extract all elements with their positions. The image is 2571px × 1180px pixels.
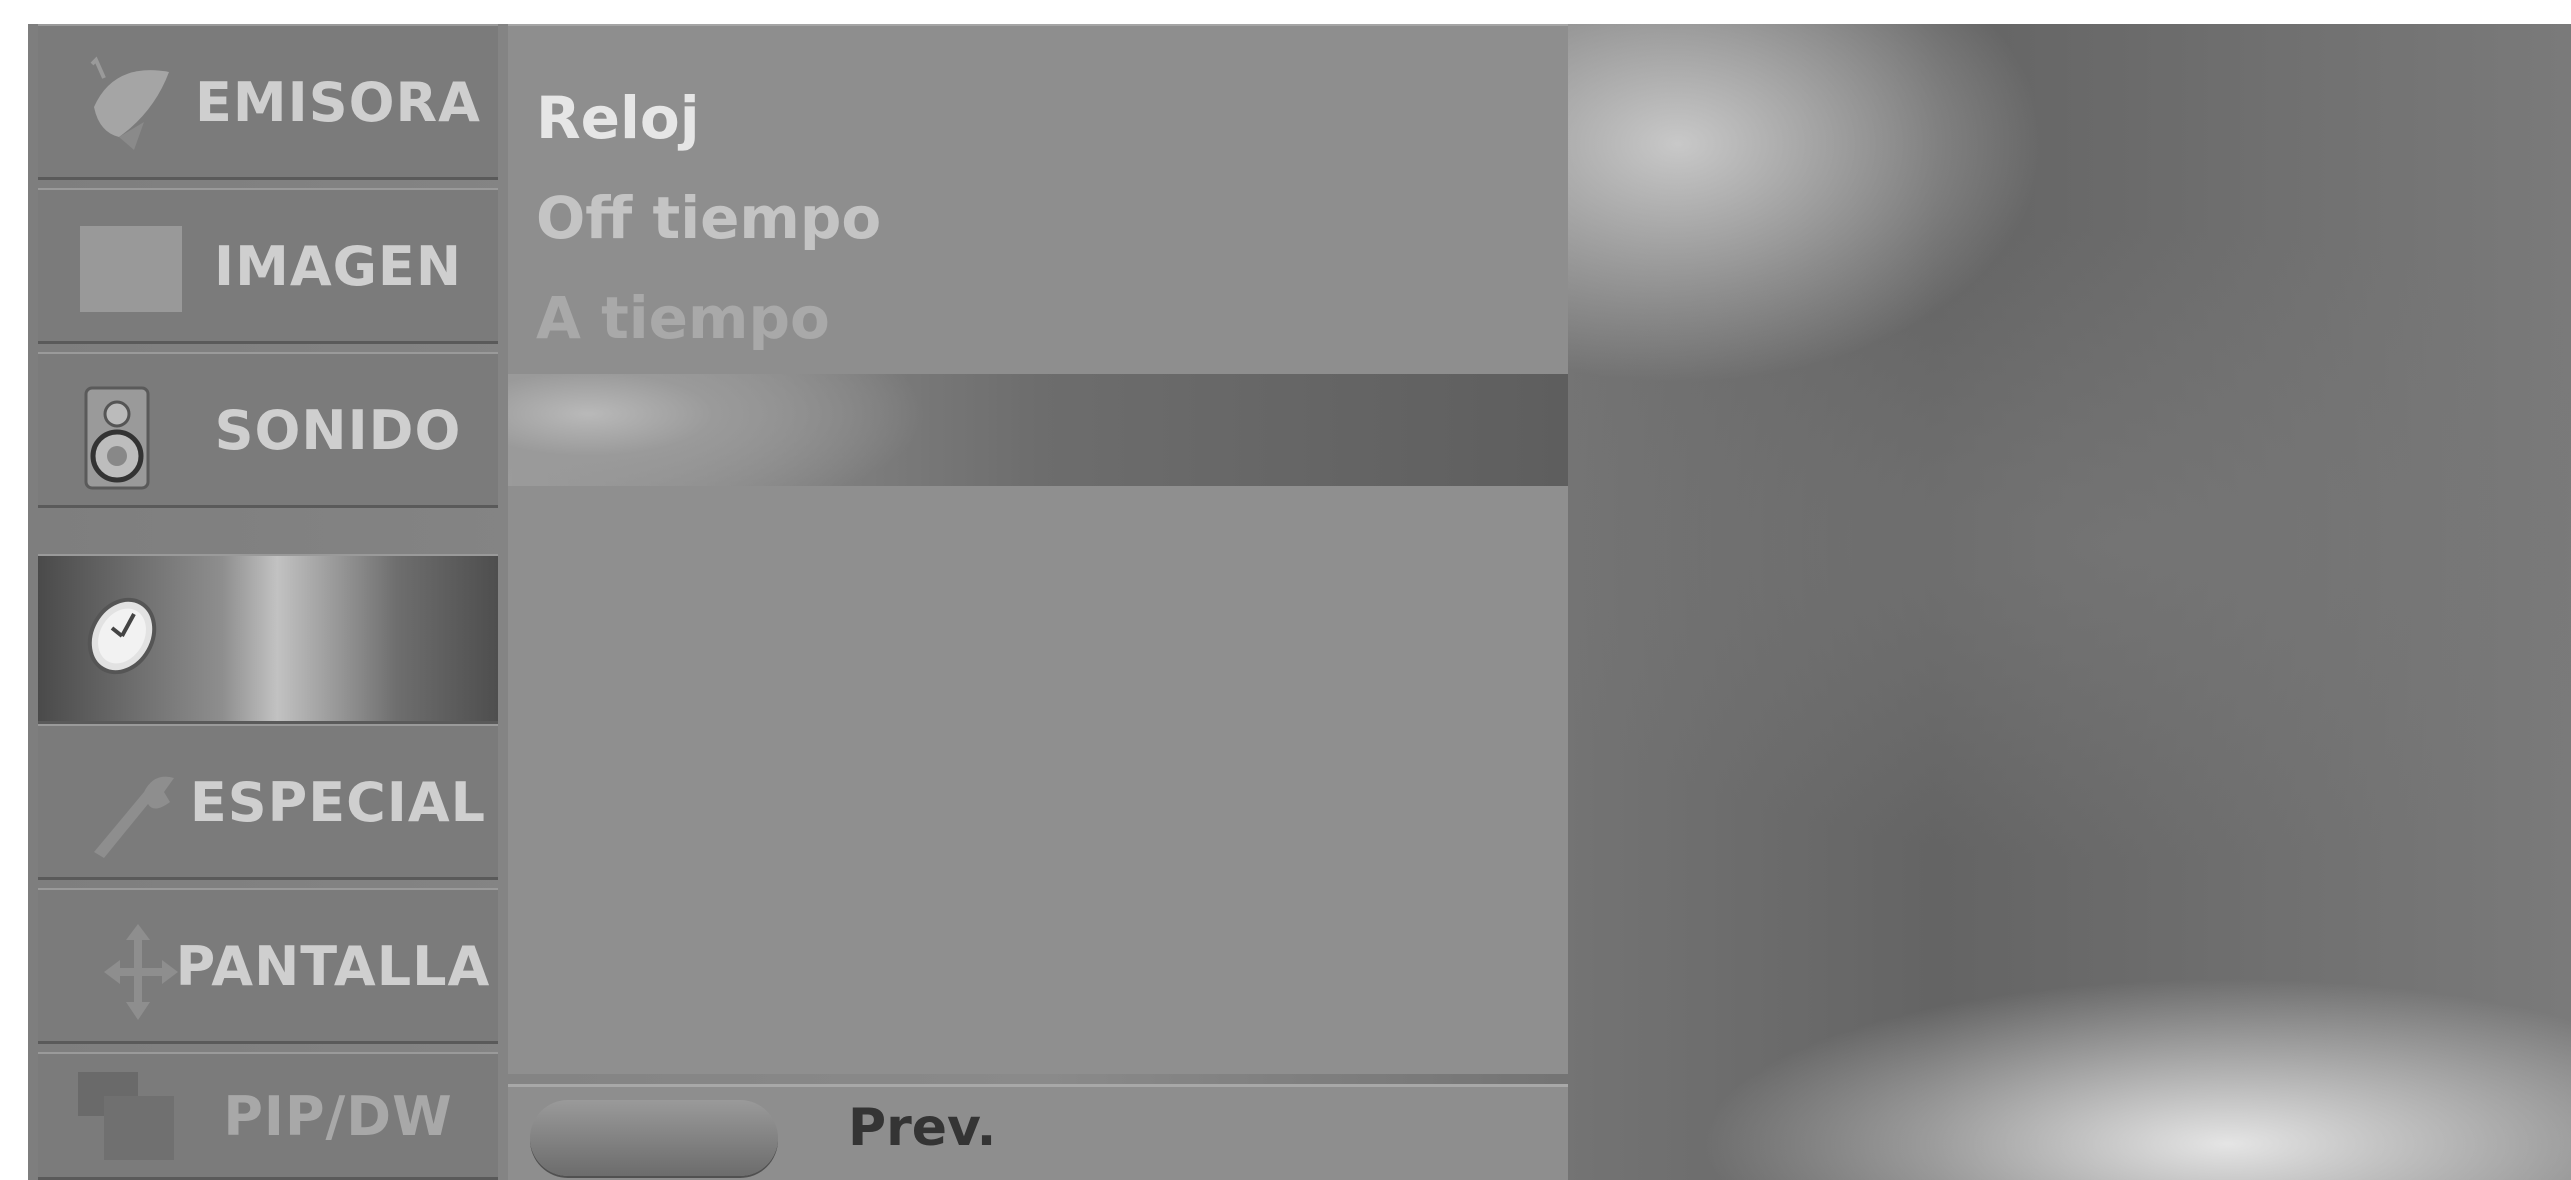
osd-sidebar-menu: EMISORA IMAGEN SONIDO ESPECIAL PANTALLA … xyxy=(28,24,498,1180)
sidebar-item-pip-dw[interactable]: PIP/DW xyxy=(38,1052,498,1180)
clock-icon xyxy=(72,588,182,688)
sidebar-item-pantalla[interactable]: PANTALLA xyxy=(38,888,498,1044)
submenu-content-area xyxy=(508,486,1568,1074)
sidebar-item-label: PANTALLA xyxy=(175,934,491,998)
tv-screen: EMISORA IMAGEN SONIDO ESPECIAL PANTALLA … xyxy=(28,24,2571,1180)
wrench-icon xyxy=(74,752,184,858)
picture-square-icon xyxy=(74,216,184,316)
sidebar-item-emisora[interactable]: EMISORA xyxy=(38,24,498,180)
sidebar-item-label: PIP/DW xyxy=(223,1084,453,1148)
prev-button[interactable] xyxy=(530,1100,778,1176)
sidebar-item-label xyxy=(188,554,488,724)
sidebar-item-label: IMAGEN xyxy=(213,234,463,298)
sidebar-item-especial[interactable]: ESPECIAL xyxy=(38,724,498,880)
speaker-icon xyxy=(74,380,184,490)
sidebar-item-label: EMISORA xyxy=(195,70,481,134)
prev-label: Prev. xyxy=(848,1098,997,1158)
selection-highlight-bar xyxy=(508,374,1568,486)
sidebar-item-sonido[interactable]: SONIDO xyxy=(38,352,498,508)
submenu-panel: Reloj Off tiempo A tiempo Prev. xyxy=(508,24,1568,1180)
menu-item-reloj[interactable]: Reloj xyxy=(536,84,700,152)
satellite-dish-icon xyxy=(74,52,184,152)
submenu-list: Reloj Off tiempo A tiempo xyxy=(508,24,1568,374)
menu-item-a-tiempo[interactable]: A tiempo xyxy=(536,284,830,352)
sidebar-item-label: ESPECIAL xyxy=(189,770,487,834)
submenu-footer: Prev. xyxy=(508,1084,1568,1180)
sidebar-item-label: SONIDO xyxy=(214,398,462,462)
pip-windows-icon xyxy=(74,1066,184,1166)
menu-item-off-tiempo[interactable]: Off tiempo xyxy=(536,184,881,252)
sidebar-item-tiempo[interactable] xyxy=(38,554,498,724)
sidebar-item-imagen[interactable]: IMAGEN xyxy=(38,188,498,344)
